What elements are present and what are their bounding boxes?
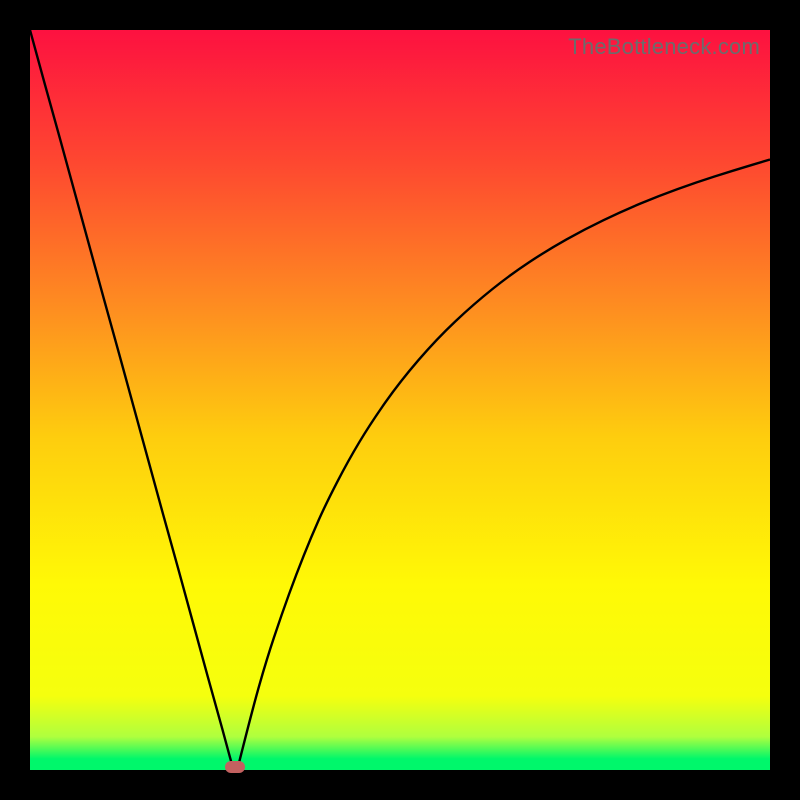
bottleneck-chart	[30, 30, 770, 770]
gradient-background	[30, 30, 770, 770]
watermark-label: TheBottleneck.com	[568, 34, 760, 60]
plot-frame: TheBottleneck.com	[30, 30, 770, 770]
optimum-marker	[225, 761, 245, 773]
